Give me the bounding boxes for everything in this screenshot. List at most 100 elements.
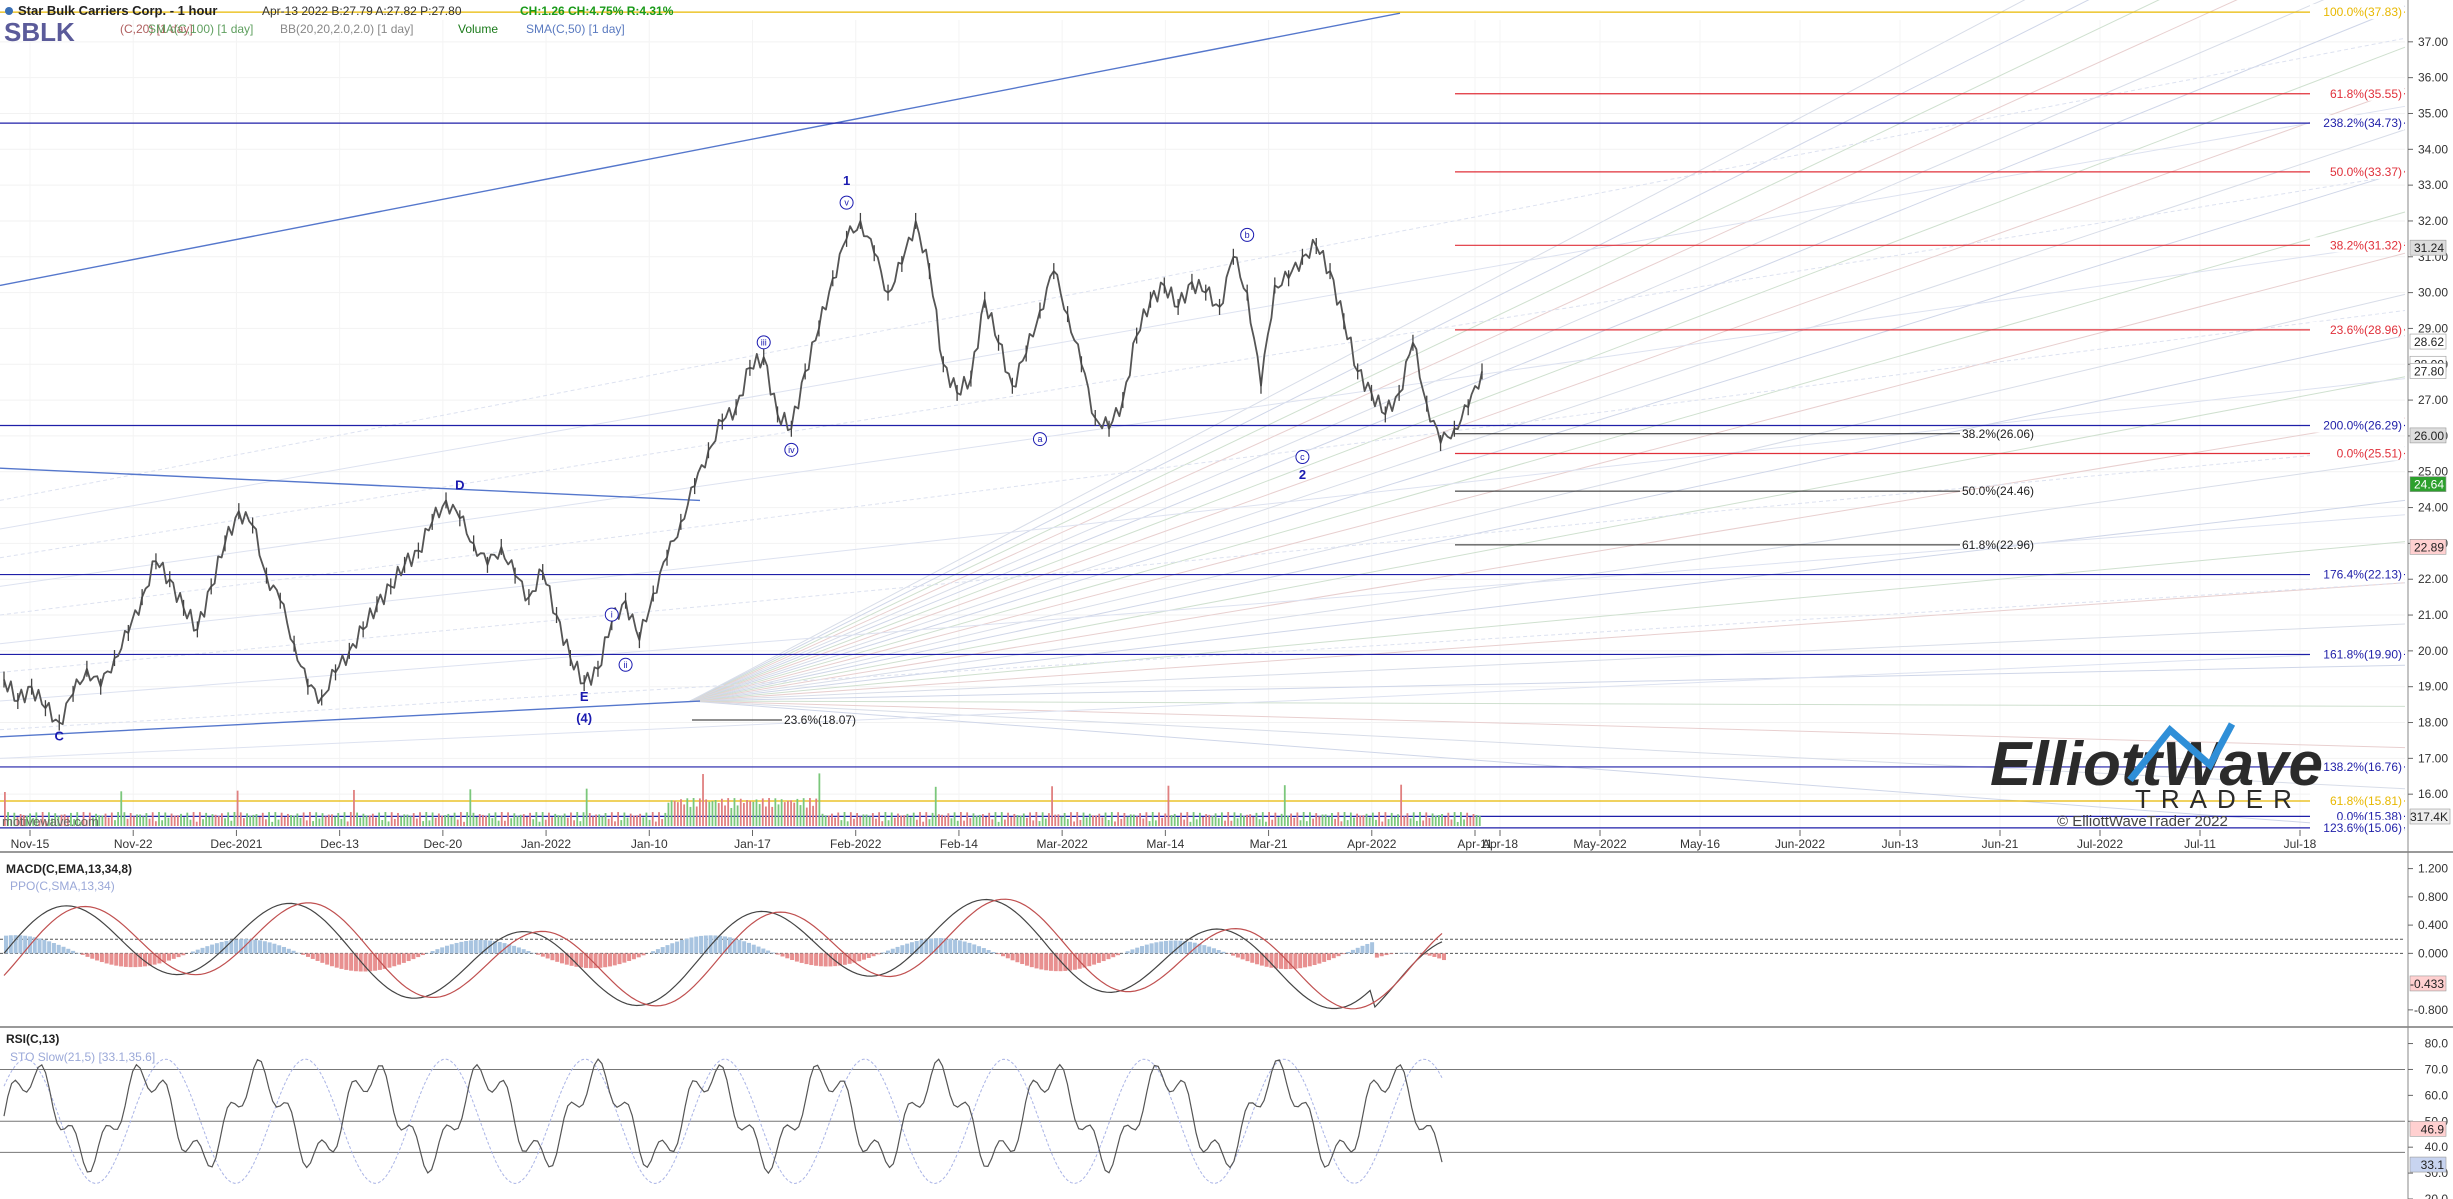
volume-bar bbox=[362, 813, 365, 826]
volume-bar bbox=[1324, 814, 1327, 826]
fib-level-label: 176.4%(22.13) bbox=[2323, 568, 2402, 582]
rsi-tick-label: 60.0 bbox=[2425, 1088, 2449, 1102]
macd-histogram-bar bbox=[1350, 949, 1355, 954]
macd-histogram-bar bbox=[799, 953, 804, 963]
volume-bar bbox=[299, 817, 302, 826]
macd-histogram-bar bbox=[411, 953, 416, 960]
volume-bar bbox=[890, 812, 893, 826]
retracement-label: 23.6%(18.07) bbox=[784, 713, 856, 727]
volume-bar bbox=[343, 812, 346, 826]
macd-histogram-bar bbox=[1240, 953, 1245, 960]
volume-bar bbox=[1129, 814, 1132, 826]
macd-histogram-bar bbox=[119, 953, 124, 967]
macd-histogram-bar bbox=[344, 953, 349, 970]
x-tick-label: Mar-2022 bbox=[1036, 837, 1088, 851]
indicator-2[interactable]: SMA(C,100) [1 day] bbox=[148, 22, 253, 36]
macd-histogram-bar bbox=[1235, 953, 1240, 958]
volume-bar bbox=[1475, 814, 1478, 826]
volume-bar bbox=[195, 821, 198, 826]
volume-tag: 317.4K bbox=[2410, 810, 2448, 824]
wave-label: ii bbox=[624, 660, 628, 670]
volume-bar bbox=[1048, 813, 1050, 826]
volume-bar bbox=[1082, 812, 1085, 826]
macd-histogram-bar bbox=[397, 953, 402, 965]
volume-bar bbox=[1060, 816, 1063, 826]
fib-level-label: 23.6%(28.96) bbox=[2330, 323, 2402, 337]
macd-histogram-bar bbox=[631, 953, 636, 960]
volume-bar bbox=[485, 815, 487, 826]
volume-bar bbox=[1431, 813, 1434, 826]
chart-canvas[interactable]: 100.0%(37.83) 61.8%(35.55) 238.2%(34.73) 50… bbox=[0, 0, 2453, 1199]
volume-bar bbox=[1296, 812, 1299, 826]
volume-bar bbox=[736, 805, 739, 826]
macd-histogram-bar bbox=[1250, 953, 1255, 963]
volume-bar bbox=[708, 801, 711, 826]
indicator-4[interactable]: Volume bbox=[458, 22, 498, 36]
volume-bar bbox=[208, 816, 211, 826]
volume-bar bbox=[1013, 813, 1016, 826]
macd-histogram-bar bbox=[435, 949, 440, 954]
macd-histogram-bar bbox=[1432, 953, 1437, 957]
y-tick-label: 22.00 bbox=[2418, 572, 2448, 586]
macd-histogram-bar bbox=[967, 942, 972, 954]
volume-bar bbox=[268, 812, 270, 826]
volume-bar bbox=[1123, 812, 1126, 826]
indicator-5[interactable]: SMA(C,50) [1 day] bbox=[526, 22, 625, 36]
fib-level-label: 138.2%(16.76) bbox=[2323, 760, 2402, 774]
volume-bar bbox=[988, 812, 991, 826]
volume-bar bbox=[774, 798, 777, 826]
volume-bar bbox=[309, 812, 311, 826]
volume-bar bbox=[1057, 814, 1060, 826]
volume-bar bbox=[214, 814, 217, 826]
volume-bar bbox=[1343, 812, 1346, 826]
volume-bar bbox=[1359, 815, 1362, 826]
watermark-site: motivewave.com bbox=[2, 814, 99, 829]
wave-label: v bbox=[844, 198, 849, 208]
volume-bar bbox=[1277, 817, 1280, 826]
volume-bar bbox=[145, 813, 148, 826]
price-tag: 28.62 bbox=[2414, 335, 2444, 349]
volume-bar bbox=[815, 798, 818, 826]
volume-bar bbox=[934, 786, 937, 826]
macd-histogram-bar bbox=[823, 953, 828, 967]
volume-bar bbox=[645, 812, 648, 826]
macd-histogram-bar bbox=[368, 953, 373, 972]
volume-bar bbox=[928, 819, 931, 826]
macd-histogram-bar bbox=[1370, 942, 1375, 954]
macd-histogram-bar bbox=[71, 950, 76, 954]
macd-histogram-bar bbox=[679, 939, 684, 954]
volume-bar bbox=[1066, 818, 1069, 826]
wave-label: c bbox=[1300, 452, 1305, 462]
macd-histogram-bar bbox=[176, 953, 181, 958]
indicator-3[interactable]: BB(20,20,2.0,2.0) [1 day] bbox=[280, 22, 413, 36]
volume-bar bbox=[1007, 812, 1009, 826]
macd-histogram-bar bbox=[670, 943, 675, 954]
volume-bar bbox=[1186, 812, 1189, 826]
volume-bar bbox=[170, 813, 173, 826]
macd-histogram-bar bbox=[1044, 953, 1049, 971]
volume-bar bbox=[673, 800, 676, 826]
macd-histogram-bar bbox=[123, 953, 128, 967]
x-tick-label: Apr-18 bbox=[1482, 837, 1518, 851]
macd-histogram-bar bbox=[622, 953, 627, 963]
volume-bar bbox=[529, 812, 531, 826]
volume-bar bbox=[944, 816, 947, 826]
macd-histogram-bar bbox=[881, 952, 886, 954]
volume-bar bbox=[1450, 819, 1453, 826]
volume-bar bbox=[658, 812, 660, 826]
volume-bar bbox=[409, 816, 412, 826]
volume-bar bbox=[136, 814, 138, 826]
volume-bar bbox=[447, 813, 450, 826]
volume-bar bbox=[381, 819, 384, 826]
macd-histogram-bar bbox=[305, 953, 310, 957]
volume-bar bbox=[1145, 812, 1148, 826]
macd-histogram-bar bbox=[1221, 951, 1226, 954]
macd-histogram-bar bbox=[761, 948, 766, 954]
info-icon[interactable] bbox=[5, 7, 13, 15]
volume-bar bbox=[623, 812, 626, 826]
macd-histogram-bar bbox=[444, 945, 449, 954]
volume-bar bbox=[400, 816, 403, 826]
macd-histogram-bar bbox=[1163, 940, 1168, 954]
volume-bar bbox=[761, 798, 764, 826]
macd-histogram-bar bbox=[981, 948, 986, 954]
